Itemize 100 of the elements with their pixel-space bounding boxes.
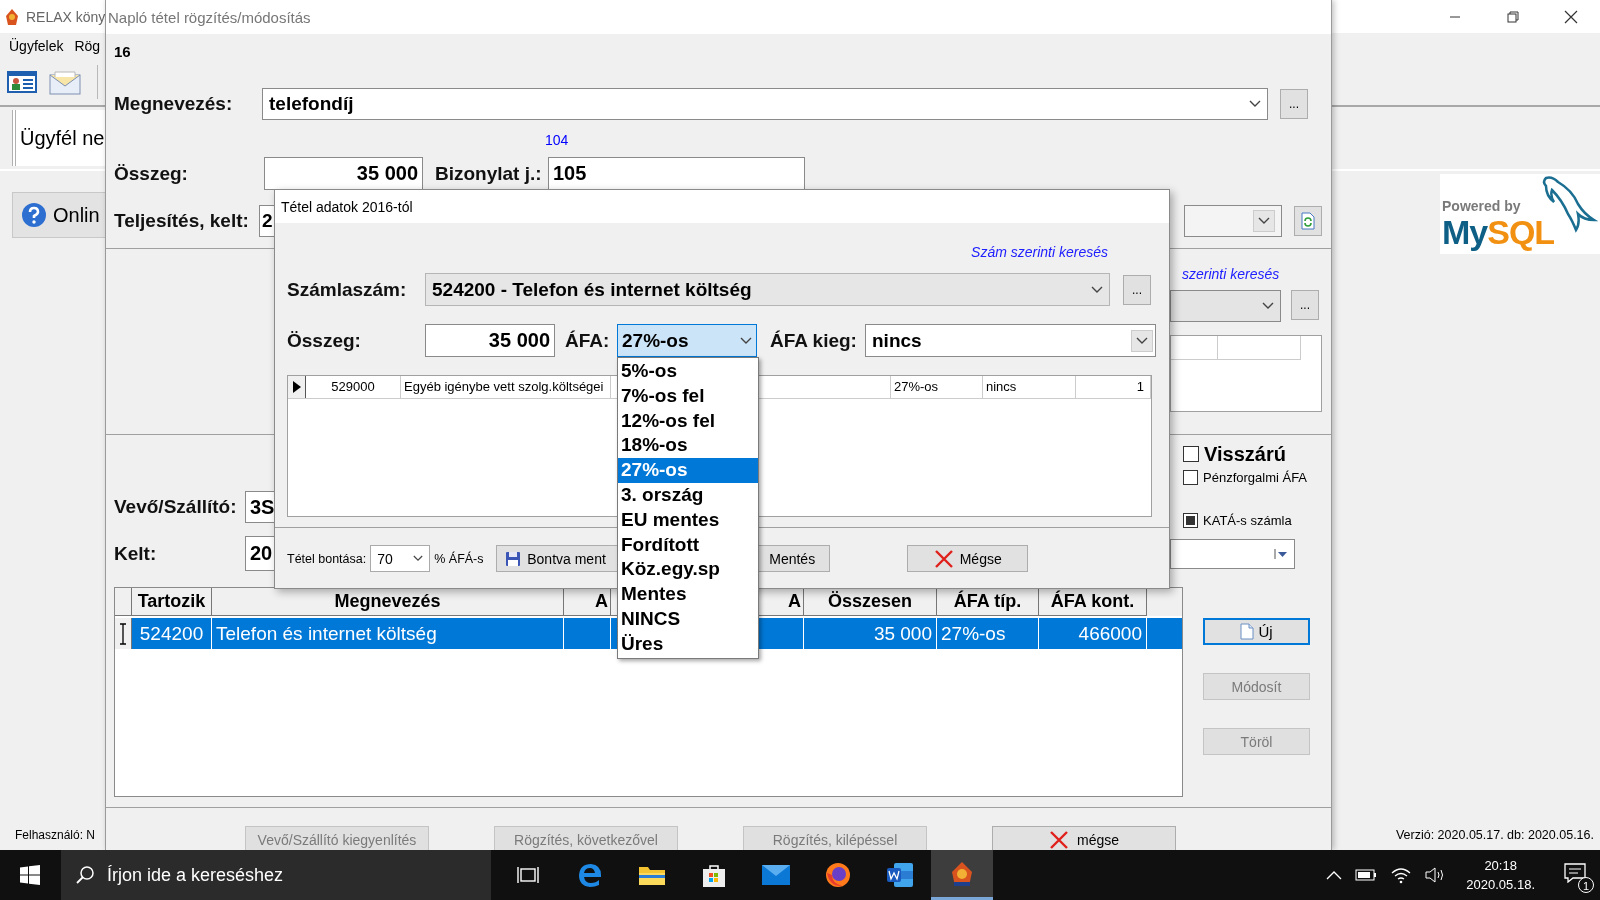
- refresh-button[interactable]: [1294, 206, 1322, 236]
- chevron-icon: [1249, 100, 1261, 108]
- table-cell: 27%-os: [937, 618, 1039, 649]
- checkbox-label: KATÁ-s számla: [1203, 512, 1292, 528]
- speaker-icon[interactable]: [1425, 867, 1446, 883]
- table-cell: nincs: [983, 376, 1076, 398]
- logo-tagline: Powered by: [1442, 198, 1522, 214]
- amount-field[interactable]: 35 000: [425, 324, 555, 357]
- app-icon: [949, 859, 975, 888]
- close-icon: [933, 549, 954, 568]
- menu-item[interactable]: Rög: [74, 37, 101, 54]
- browse-button[interactable]: ...: [1291, 290, 1319, 320]
- table-cell: 524200: [132, 618, 212, 649]
- vat-extra-combo-box[interactable]: nincs: [865, 324, 1156, 357]
- browse-button[interactable]: ...: [1280, 89, 1308, 119]
- caret-icon: [1274, 549, 1288, 559]
- table-cell: 35 000: [804, 618, 937, 649]
- close-icon: [1564, 9, 1578, 24]
- status-user: Felhasználó: N: [15, 828, 96, 842]
- dropdown-option[interactable]: Mentes: [618, 582, 758, 607]
- checkbox[interactable]: [1183, 469, 1198, 485]
- field-label: Számlaszám:: [287, 278, 408, 301]
- table-cell: 1: [1076, 376, 1151, 398]
- dropdown-option[interactable]: 7%-os fel: [618, 383, 758, 409]
- restore-icon: [1507, 10, 1519, 23]
- field-label: Kelt:: [114, 542, 158, 565]
- field-label: Megnevezés:: [114, 93, 234, 115]
- column-header[interactable]: Tartozik: [132, 588, 212, 616]
- browser-icon: [577, 862, 603, 888]
- dropdown-option[interactable]: EU mentes: [618, 507, 758, 533]
- customer-name-label: Ügyfél ne: [20, 126, 105, 150]
- chevron-icon: [1091, 285, 1103, 294]
- search-link[interactable]: Szám szerinti keresés: [971, 244, 1108, 262]
- field-label: Összeg:: [114, 162, 189, 185]
- combo-box[interactable]: [1170, 290, 1281, 322]
- split-combo-box[interactable]: 70: [370, 545, 431, 572]
- dropdown-option[interactable]: 18%-os: [618, 433, 758, 459]
- table-cell: Egyéb igénybe vett szolg.költségei: [401, 376, 611, 398]
- dropdown-option[interactable]: 27%-os: [618, 458, 758, 483]
- window-title: RELAX köny: [26, 8, 106, 25]
- dropdown-option[interactable]: 5%-os: [618, 359, 758, 384]
- amount-field[interactable]: 35 000: [264, 157, 423, 190]
- globe-app-icon: [824, 861, 852, 889]
- clock-time: 20:18: [1484, 857, 1517, 875]
- checkbox-label: Pénzforgalmi ÁFA: [1203, 469, 1308, 485]
- caret-up-icon[interactable]: [1326, 870, 1343, 880]
- field-label: Összeg:: [287, 329, 362, 352]
- grid-corner: [115, 588, 132, 616]
- checkbox[interactable]: [1183, 446, 1199, 462]
- refresh-icon: [1300, 212, 1316, 230]
- chevron-icon: [1262, 302, 1274, 310]
- battery-icon[interactable]: [1355, 869, 1378, 881]
- name-combo-box[interactable]: telefondíj: [262, 88, 1268, 120]
- clock-date: 2020.05.18.: [1466, 876, 1535, 894]
- notification-badge: 1: [1578, 877, 1594, 893]
- envelope-icon: [761, 864, 791, 886]
- chevron-icon: [413, 555, 424, 562]
- shopping-bag-icon: [701, 862, 727, 888]
- field-label: ÁFA:: [564, 329, 611, 352]
- chevron-icon: [1131, 329, 1153, 352]
- contact-card-icon[interactable]: [7, 69, 37, 94]
- table-cell: 466000: [1039, 618, 1147, 649]
- chevron-icon: [1253, 210, 1275, 232]
- split-suffix: % ÁFÁ-s: [434, 551, 485, 566]
- wifi-icon[interactable]: [1390, 866, 1413, 884]
- table-cell: 27%-os: [891, 376, 983, 398]
- document-icon: [1240, 623, 1255, 640]
- checkbox[interactable]: [1183, 512, 1198, 528]
- field-label: ÁFA kieg:: [770, 329, 858, 352]
- field-label: Teljesítés, kelt:: [114, 210, 250, 232]
- windows-logo-icon[interactable]: [20, 865, 40, 885]
- account-combo-box[interactable]: 524200 - Telefon és internet költség: [425, 273, 1110, 306]
- combo-box[interactable]: [1184, 205, 1282, 237]
- side-button[interactable]: Új: [1203, 618, 1310, 645]
- task-view-icon: [517, 865, 539, 885]
- reference-hint: 104: [544, 132, 570, 148]
- dropdown-option[interactable]: 12%-os fel: [618, 408, 758, 434]
- checkbox-label: Visszárú: [1204, 442, 1286, 466]
- dialog-title: Tétel adatok 2016-tól: [281, 198, 413, 215]
- search-link[interactable]: szerinti keresés: [1170, 266, 1322, 282]
- dropdown-option[interactable]: NINCS: [618, 606, 758, 632]
- dialog-title: Napló tétel rögzítés/módosítás: [108, 8, 311, 26]
- voucher-field[interactable]: 105: [548, 157, 805, 190]
- dropdown-option[interactable]: Üres: [618, 631, 758, 657]
- clock[interactable]: 20:18 2020.05.18.: [1458, 856, 1543, 894]
- combo-box[interactable]: [1170, 539, 1295, 569]
- vat-combo-box[interactable]: 27%-os: [617, 324, 757, 357]
- search-field[interactable]: Írjon ide a kereséshez: [61, 850, 491, 900]
- browse-button[interactable]: ...: [1123, 274, 1151, 305]
- status-version: Verzió: 2020.05.17. db: 2020.05.16.: [1395, 828, 1594, 842]
- menu-item[interactable]: Ügyfelek: [9, 37, 64, 54]
- text-cursor-icon: [119, 622, 127, 645]
- dialog-button[interactable]: Mégse: [907, 545, 1029, 572]
- split-label: Tétel bontása:: [287, 551, 367, 566]
- field-label: Bizonylat j.:: [435, 162, 543, 185]
- search-icon: [75, 865, 95, 885]
- dropdown-option[interactable]: 3. ország: [618, 483, 758, 508]
- app-icon: [4, 7, 20, 26]
- notification-icon[interactable]: [1564, 863, 1586, 883]
- close-icon: [1049, 831, 1069, 849]
